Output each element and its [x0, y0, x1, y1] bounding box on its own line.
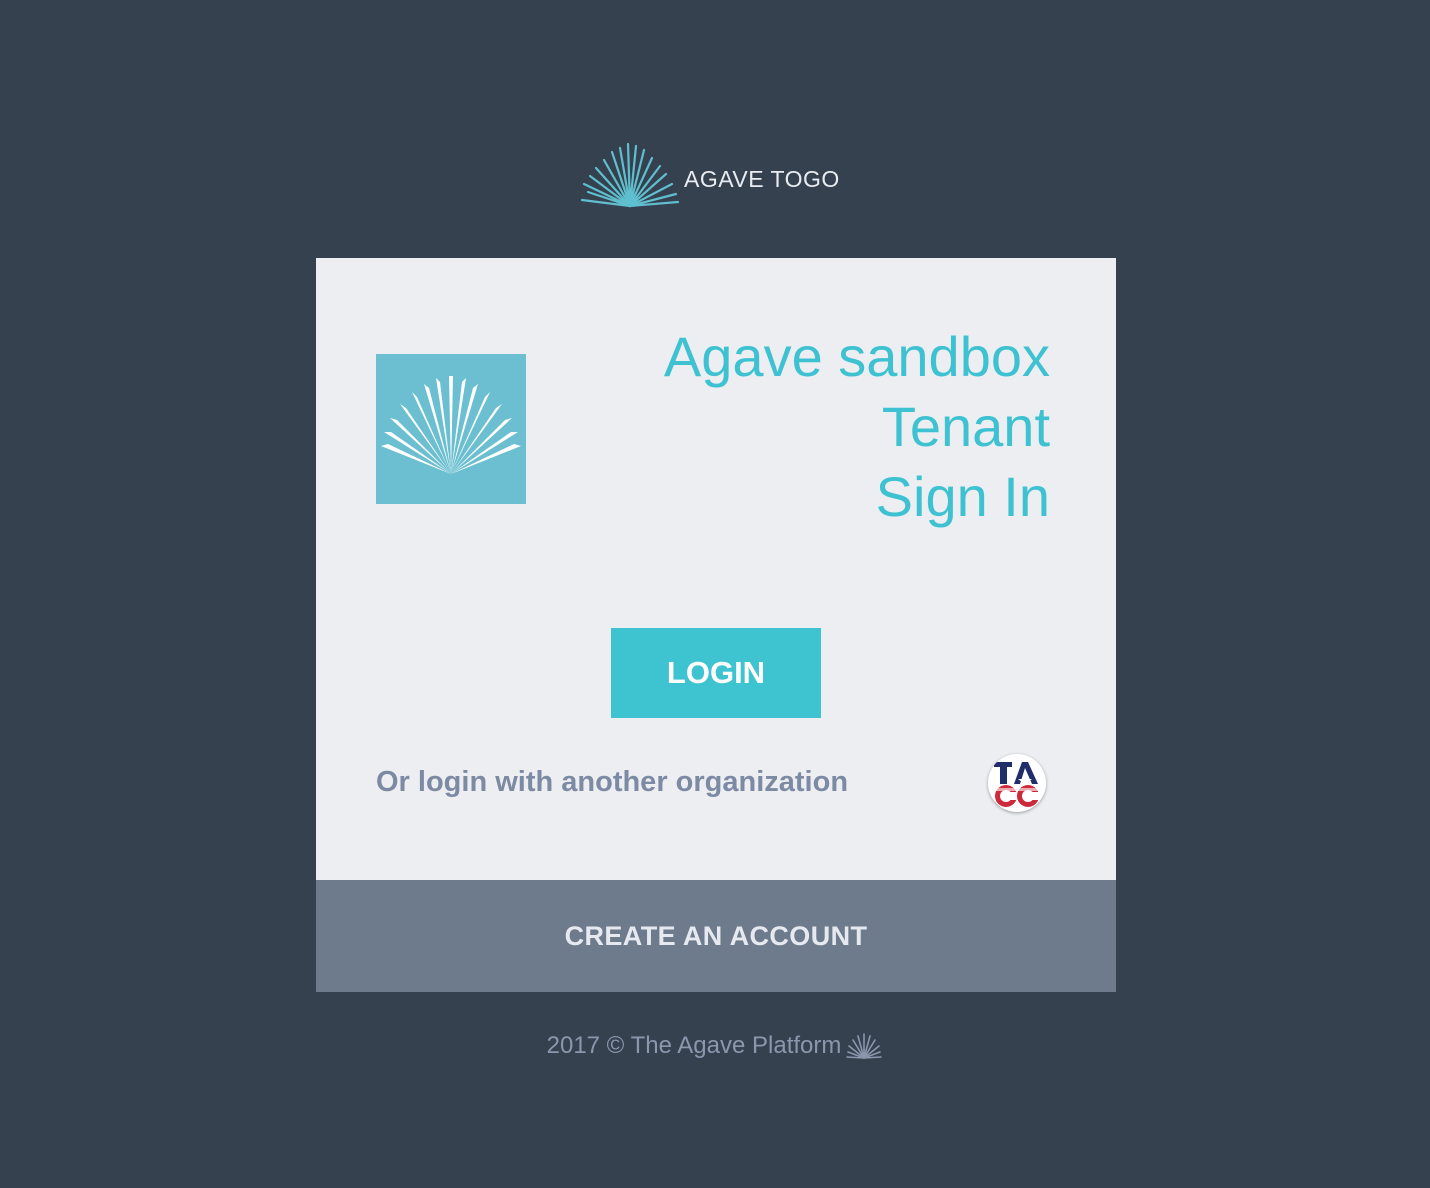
create-account-button[interactable]: CREATE AN ACCOUNT [316, 880, 1116, 992]
footer-text: 2017 © The Agave Platform [546, 1032, 842, 1059]
sign-in-card: Agave sandbox Tenant Sign In LOGIN Or lo… [316, 258, 1116, 992]
top-brand-logo: AGAVE TOGO [578, 140, 858, 212]
tenant-logo [376, 354, 526, 504]
agave-plant-icon [381, 376, 521, 474]
heading-line-tenant-name: Agave sandbox [663, 325, 1050, 388]
heading-line-sign-in: Sign In [875, 465, 1050, 528]
agave-plant-icon [846, 1033, 883, 1059]
alt-login-text: Or login with another organization [376, 766, 849, 798]
login-page: AGAVE TOGO Agave sandbox Tenant Sign In … [0, 0, 1430, 1188]
agave-plant-icon [580, 142, 680, 208]
brand-name: AGAVE TOGO [684, 166, 840, 192]
page-heading: Agave sandbox Tenant Sign In [664, 322, 1050, 532]
login-button[interactable]: LOGIN [611, 628, 821, 718]
footer: 2017 © The Agave Platform [0, 1032, 1430, 1060]
heading-line-tenant: Tenant [881, 395, 1050, 458]
tacc-logo-icon[interactable] [988, 754, 1046, 812]
